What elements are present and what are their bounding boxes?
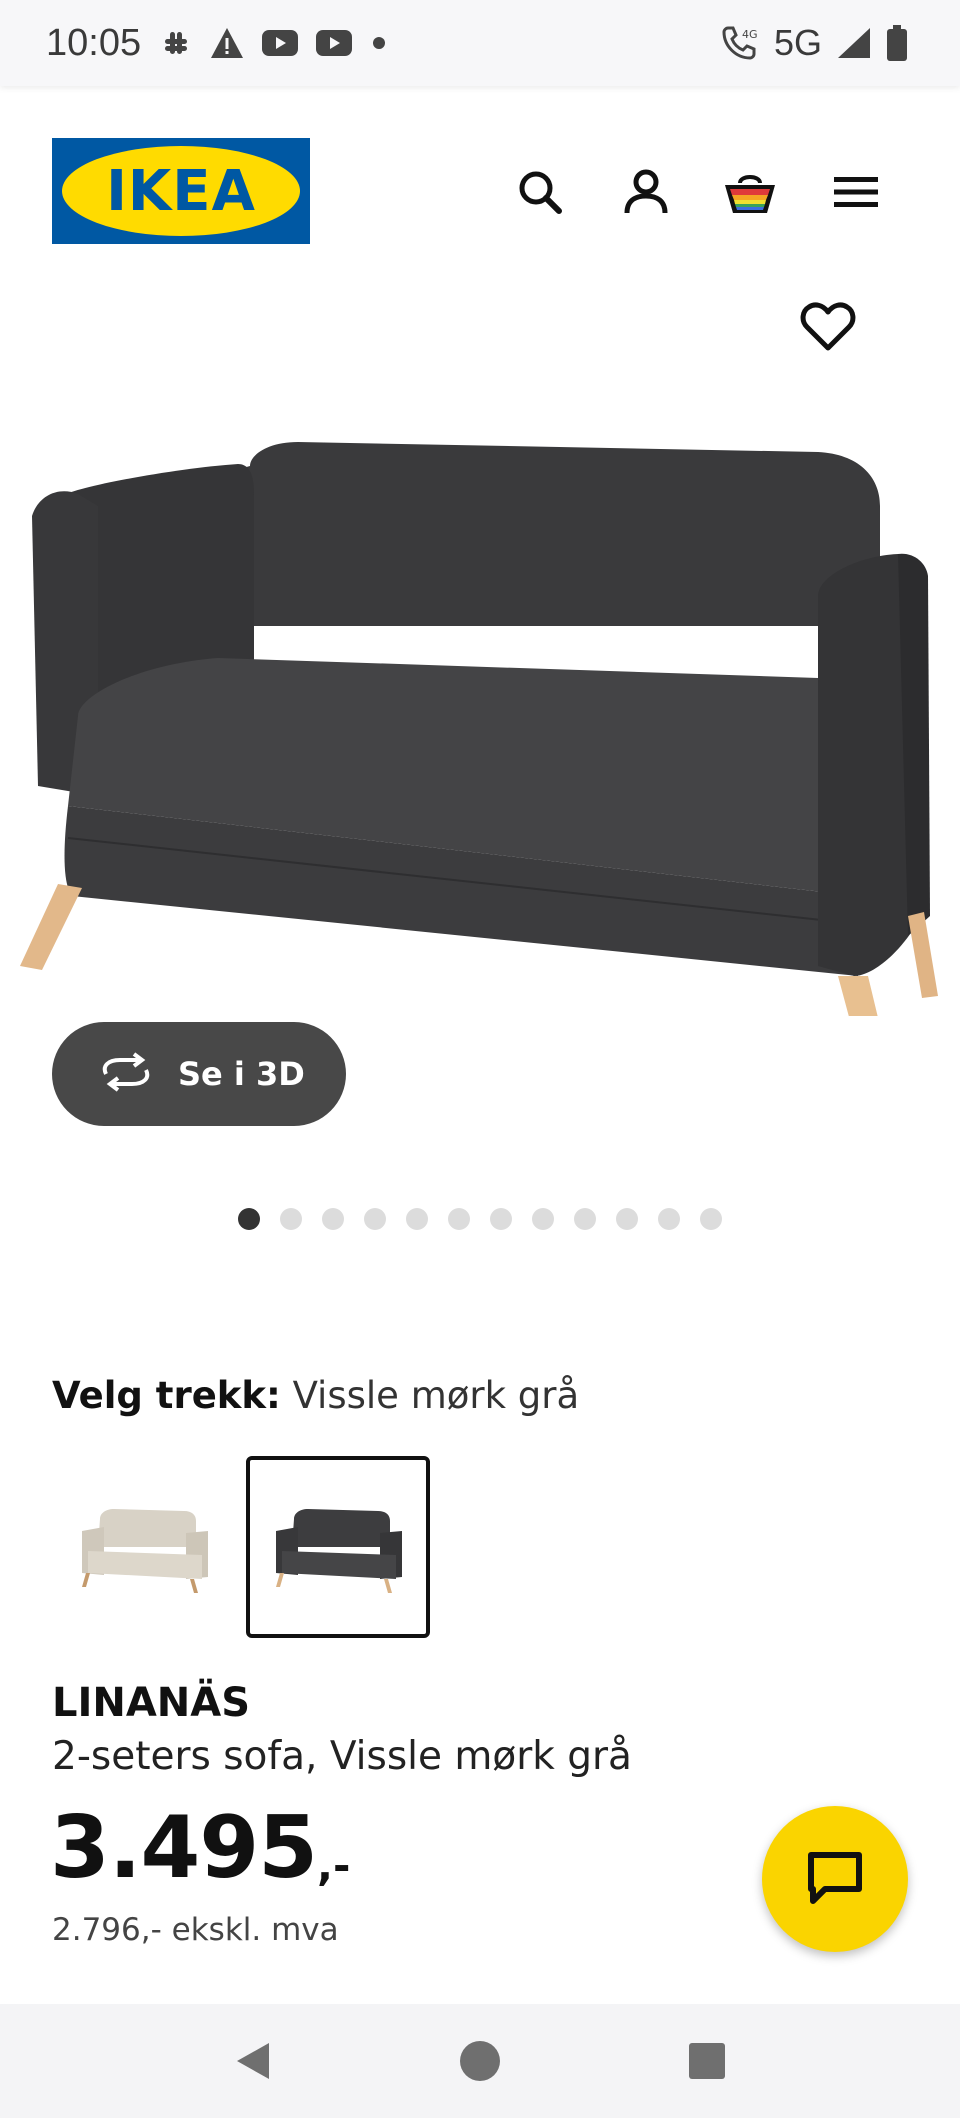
back-icon[interactable]	[221, 2029, 285, 2093]
notification-icons	[159, 26, 389, 60]
cover-option-dark-grey[interactable]	[246, 1456, 430, 1638]
pagination-dot[interactable]	[658, 1208, 680, 1230]
signal-icon	[836, 26, 872, 60]
view-3d-label: Se i 3D	[178, 1055, 305, 1093]
gallery-pagination	[238, 1208, 722, 1230]
recents-icon[interactable]	[675, 2029, 739, 2093]
pagination-dot[interactable]	[364, 1208, 386, 1230]
product-name: LINANÄS	[52, 1680, 251, 1726]
warning-icon	[209, 26, 245, 60]
system-nav-bar	[0, 2004, 960, 2118]
battery-icon	[886, 24, 908, 62]
product-image-sofa	[18, 376, 938, 1080]
product-description: 2-seters sofa, Vissle mørk grå	[52, 1734, 632, 1779]
price-excl-vat: 2.796,- ekskl. mva	[52, 1912, 339, 1948]
price-suffix: ,-	[317, 1841, 351, 1890]
menu-icon[interactable]	[824, 160, 888, 224]
heart-icon[interactable]	[800, 296, 864, 360]
network-type: 5G	[773, 22, 822, 63]
dot-icon	[369, 33, 389, 53]
chat-button[interactable]	[762, 1806, 908, 1952]
chat-icon	[805, 1849, 865, 1910]
pagination-dot[interactable]	[406, 1208, 428, 1230]
wifi-call-icon: 4G	[720, 24, 760, 62]
pagination-dot[interactable]	[238, 1208, 260, 1230]
basket-icon[interactable]	[718, 160, 782, 224]
product-price: 3.495 ,-	[50, 1800, 350, 1896]
pagination-dot[interactable]	[700, 1208, 722, 1230]
site-header: IKEA	[0, 86, 960, 296]
pagination-dot[interactable]	[448, 1208, 470, 1230]
search-icon[interactable]	[508, 160, 572, 224]
logo-ellipse: IKEA	[62, 146, 300, 236]
logo-text: IKEA	[106, 158, 256, 224]
cover-label-key: Velg trekk:	[52, 1374, 281, 1417]
account-icon[interactable]	[614, 160, 678, 224]
youtube-icon	[315, 29, 353, 57]
price-main: 3.495	[50, 1798, 318, 1898]
pagination-dot[interactable]	[280, 1208, 302, 1230]
home-icon[interactable]	[448, 2029, 512, 2093]
pagination-dot[interactable]	[574, 1208, 596, 1230]
view-3d-button[interactable]: Se i 3D	[52, 1022, 346, 1126]
pagination-dot[interactable]	[616, 1208, 638, 1230]
rotate-3d-icon	[98, 1051, 154, 1097]
status-time: 10:05	[46, 21, 142, 64]
cover-selection-label: Velg trekk: Vissle mørk grå	[52, 1374, 579, 1417]
pagination-dot[interactable]	[322, 1208, 344, 1230]
pagination-dot[interactable]	[532, 1208, 554, 1230]
pagination-dot[interactable]	[490, 1208, 512, 1230]
svg-text:4G: 4G	[742, 28, 758, 41]
cover-option-beige[interactable]	[52, 1456, 236, 1638]
status-bar: 10:05 4G 5G	[0, 0, 960, 86]
ikea-logo[interactable]: IKEA	[52, 138, 310, 244]
slack-icon	[159, 26, 193, 60]
youtube-icon	[261, 29, 299, 57]
cover-label-value: Vissle mørk grå	[292, 1374, 580, 1417]
